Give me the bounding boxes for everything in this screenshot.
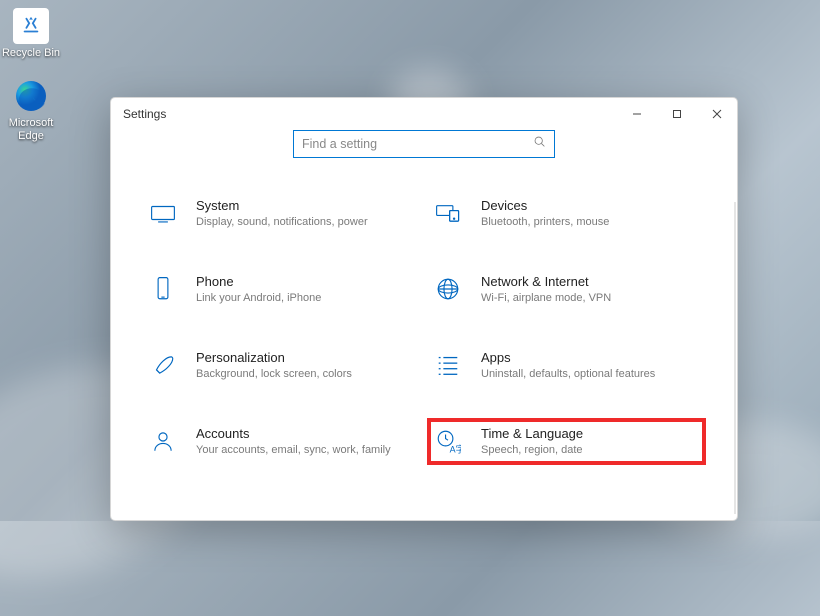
category-desc: Your accounts, email, sync, work, family <box>196 443 411 458</box>
devices-icon <box>433 198 463 228</box>
svg-text:A字: A字 <box>450 443 461 454</box>
category-name: Apps <box>481 350 696 365</box>
phone-icon <box>148 274 178 304</box>
settings-window: Settings System Display, sound, notificat… <box>110 97 738 521</box>
search-input[interactable] <box>302 137 533 151</box>
category-network[interactable]: Network & Internet Wi-Fi, airplane mode, … <box>429 268 704 312</box>
category-desc: Speech, region, date <box>481 443 696 458</box>
system-icon <box>148 198 178 228</box>
category-phone[interactable]: Phone Link your Android, iPhone <box>144 268 419 312</box>
minimize-button[interactable] <box>617 98 657 130</box>
category-devices[interactable]: Devices Bluetooth, printers, mouse <box>429 192 704 236</box>
titlebar[interactable]: Settings <box>111 98 737 130</box>
category-apps[interactable]: Apps Uninstall, defaults, optional featur… <box>429 344 704 388</box>
category-desc: Background, lock screen, colors <box>196 367 411 382</box>
desktop-icon-label: Recycle Bin <box>0 47 62 60</box>
category-desc: Uninstall, defaults, optional features <box>481 367 696 382</box>
search-icon <box>533 135 546 153</box>
category-name: Devices <box>481 198 696 213</box>
category-desc: Bluetooth, printers, mouse <box>481 215 696 230</box>
category-accounts[interactable]: Accounts Your accounts, email, sync, work… <box>144 420 419 464</box>
time-icon: A字 <box>433 426 463 456</box>
close-button[interactable] <box>697 98 737 130</box>
edge-icon <box>13 78 49 114</box>
settings-content: System Display, sound, notifications, pow… <box>111 164 737 520</box>
scrollbar[interactable] <box>734 202 736 514</box>
maximize-button[interactable] <box>657 98 697 130</box>
category-desc: Wi-Fi, airplane mode, VPN <box>481 291 696 306</box>
desktop-icon-recycle-bin[interactable]: Recycle Bin <box>0 8 62 60</box>
category-name: Personalization <box>196 350 411 365</box>
apps-icon <box>433 350 463 380</box>
category-name: Accounts <box>196 426 411 441</box>
category-desc: Link your Android, iPhone <box>196 291 411 306</box>
personal-icon <box>148 350 178 380</box>
accounts-icon <box>148 426 178 456</box>
category-name: Time & Language <box>481 426 696 441</box>
desktop-icon-label: Microsoft Edge <box>0 117 62 142</box>
category-name: Phone <box>196 274 411 289</box>
category-name: Network & Internet <box>481 274 696 289</box>
recycle-bin-icon <box>13 8 49 44</box>
desktop-icon-edge[interactable]: Microsoft Edge <box>0 78 62 142</box>
category-time[interactable]: A字 Time & Language Speech, region, date <box>429 420 704 464</box>
search-row <box>111 130 737 164</box>
network-icon <box>433 274 463 304</box>
category-system[interactable]: System Display, sound, notifications, pow… <box>144 192 419 236</box>
category-desc: Display, sound, notifications, power <box>196 215 411 230</box>
search-box[interactable] <box>293 130 555 158</box>
window-title: Settings <box>123 107 166 121</box>
category-name: System <box>196 198 411 213</box>
category-personal[interactable]: Personalization Background, lock screen, … <box>144 344 419 388</box>
